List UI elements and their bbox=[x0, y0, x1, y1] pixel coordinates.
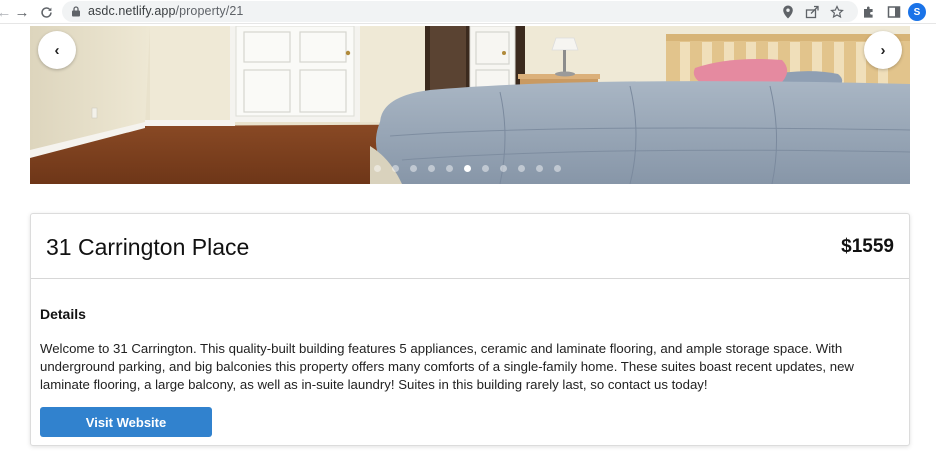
reload-icon[interactable] bbox=[36, 2, 56, 22]
carousel-indicators bbox=[374, 165, 561, 173]
property-card: 31 Carrington Place $1559 Details Welcom… bbox=[30, 213, 910, 446]
carousel-next-button[interactable]: › bbox=[864, 31, 902, 69]
property-description: Welcome to 31 Carrington. This quality-b… bbox=[40, 341, 854, 392]
carousel-dot[interactable] bbox=[464, 165, 471, 172]
carousel-prev-button[interactable]: ‹ bbox=[38, 31, 76, 69]
profile-avatar[interactable]: S bbox=[908, 3, 926, 21]
bedroom-photo bbox=[30, 26, 910, 184]
url-text[interactable]: asdc.netlify.app/property/21 bbox=[88, 4, 243, 18]
bookmark-star-icon[interactable] bbox=[829, 4, 845, 20]
url-host: asdc.netlify.app bbox=[88, 4, 176, 18]
map-pin-icon[interactable] bbox=[780, 4, 796, 20]
card-header: 31 Carrington Place $1559 bbox=[31, 214, 909, 279]
carousel-dot[interactable] bbox=[392, 165, 399, 172]
carousel-dot[interactable] bbox=[518, 165, 525, 172]
property-title: 31 Carrington Place bbox=[46, 234, 250, 260]
property-price: $1559 bbox=[841, 236, 894, 257]
carousel-dot[interactable] bbox=[374, 165, 381, 172]
carousel-dot[interactable] bbox=[428, 165, 435, 172]
photo-carousel[interactable]: ‹ › bbox=[30, 26, 910, 184]
browser-toolbar: ← → asdc.netlify.app/property/21 S bbox=[0, 0, 936, 24]
side-panel-icon[interactable] bbox=[885, 3, 903, 21]
url-path: /property/21 bbox=[175, 4, 244, 18]
visit-website-button[interactable]: Visit Website bbox=[40, 407, 212, 437]
address-bar[interactable]: asdc.netlify.app/property/21 bbox=[62, 1, 858, 22]
share-icon[interactable] bbox=[804, 4, 820, 20]
carousel-dot[interactable] bbox=[536, 165, 543, 172]
details-heading: Details bbox=[40, 306, 86, 322]
carousel-dot[interactable] bbox=[554, 165, 561, 172]
carousel-dot[interactable] bbox=[446, 165, 453, 172]
carousel-dot[interactable] bbox=[482, 165, 489, 172]
extensions-puzzle-icon[interactable] bbox=[860, 3, 878, 21]
forward-arrow-icon[interactable]: → bbox=[12, 2, 32, 22]
carousel-dot[interactable] bbox=[410, 165, 417, 172]
carousel-dot[interactable] bbox=[500, 165, 507, 172]
lock-icon[interactable] bbox=[71, 6, 81, 17]
